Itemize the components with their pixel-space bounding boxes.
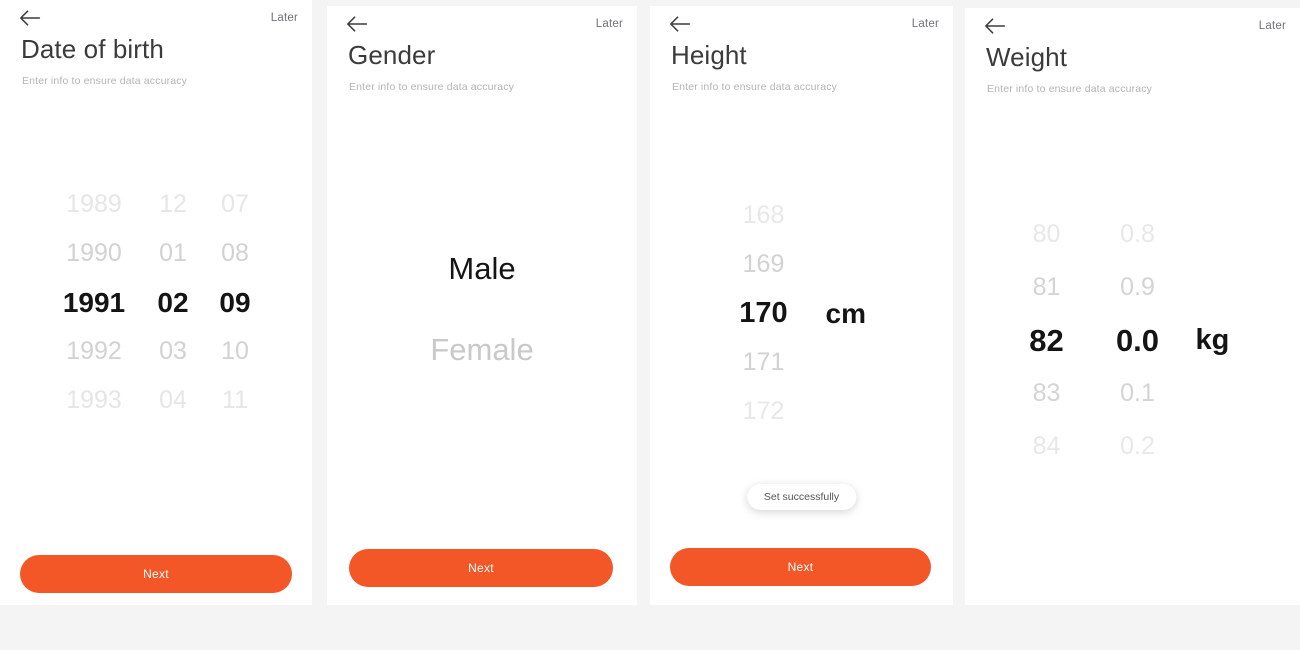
weight-integer: 81 <box>1032 273 1061 301</box>
page-subtitle: Enter info to ensure data accuracy <box>22 75 188 88</box>
arrow-left-icon[interactable] <box>669 16 691 32</box>
topbar: Later <box>0 0 312 36</box>
height-picker-wheel[interactable]: 168 169 170 cm 171 172 <box>650 191 953 436</box>
weight-integer: 84 <box>1032 432 1061 460</box>
screenshot-stage: Later Date of birth Enter info to ensure… <box>0 0 1300 650</box>
panel-weight: Later Weight Enter info to ensure data a… <box>965 8 1300 605</box>
picker-row[interactable]: 1990 01 08 <box>0 229 312 278</box>
weight-integer: 80 <box>1032 220 1061 248</box>
panel-gender: Later Gender Enter info to ensure data a… <box>327 6 637 605</box>
height-value-selected: 170 <box>739 297 788 329</box>
weight-integer-selected: 82 <box>1029 322 1064 358</box>
gender-option-selected: Male <box>448 250 516 286</box>
weight-picker-wheel[interactable]: 80 0.8 81 0.9 82 0.0 kg 83 0.1 84 0.2 <box>965 208 1300 473</box>
month-cell: 12 <box>159 190 187 218</box>
picker-row[interactable]: 171 <box>650 338 953 387</box>
picker-row[interactable]: 169 <box>650 240 953 289</box>
picker-row-selected[interactable]: 82 0.0 kg <box>965 314 1300 367</box>
month-cell: 03 <box>159 337 187 365</box>
year-cell: 1993 <box>66 386 122 414</box>
arrow-left-icon[interactable] <box>346 16 368 32</box>
gender-picker-wheel[interactable]: Male Female <box>327 228 637 390</box>
month-cell: 04 <box>159 386 187 414</box>
next-button[interactable]: Next <box>349 549 613 587</box>
picker-row[interactable]: 1989 12 07 <box>0 180 312 229</box>
height-value: 171 <box>742 348 785 376</box>
picker-row[interactable]: 1993 04 11 <box>0 376 312 425</box>
day-cell: 10 <box>221 337 249 365</box>
height-unit-selected: cm <box>825 297 866 329</box>
year-cell-selected: 1991 <box>62 286 126 318</box>
page-title: Weight <box>986 42 1068 72</box>
weight-integer: 83 <box>1032 379 1061 407</box>
later-button[interactable]: Later <box>596 18 623 30</box>
weight-decimal: 0.2 <box>1120 432 1155 460</box>
day-cell-selected: 09 <box>219 286 251 318</box>
year-cell: 1990 <box>66 239 122 267</box>
page-subtitle: Enter info to ensure data accuracy <box>349 81 515 94</box>
picker-row-selected[interactable]: Male <box>327 228 637 309</box>
page-subtitle: Enter info to ensure data accuracy <box>987 83 1153 96</box>
weight-decimal: 0.8 <box>1120 220 1155 248</box>
day-cell: 11 <box>222 386 248 414</box>
picker-row-selected[interactable]: 170 cm <box>650 289 953 338</box>
panel-date-of-birth: Later Date of birth Enter info to ensure… <box>0 0 312 605</box>
picker-row[interactable]: 172 <box>650 387 953 436</box>
later-button[interactable]: Later <box>1259 20 1286 32</box>
picker-row-selected[interactable]: 1991 02 09 <box>0 278 312 327</box>
picker-row[interactable]: 168 <box>650 191 953 240</box>
arrow-left-icon[interactable] <box>984 18 1006 34</box>
arrow-left-icon[interactable] <box>19 10 41 26</box>
page-subtitle: Enter info to ensure data accuracy <box>672 81 838 94</box>
later-button[interactable]: Later <box>271 12 298 24</box>
height-value: 169 <box>742 250 785 278</box>
later-button[interactable]: Later <box>912 18 939 30</box>
gender-option: Female <box>430 331 534 367</box>
date-picker-wheel[interactable]: 1989 12 07 1990 01 08 1991 02 09 1992 03… <box>0 180 312 425</box>
picker-row[interactable]: 84 0.2 <box>965 420 1300 473</box>
topbar: Later <box>650 6 953 42</box>
weight-decimal-selected: 0.0 <box>1115 322 1160 358</box>
weight-decimal: 0.1 <box>1120 379 1155 407</box>
picker-row[interactable]: Female <box>327 309 637 390</box>
height-value: 168 <box>742 201 785 229</box>
day-cell: 07 <box>221 190 249 218</box>
month-cell-selected: 02 <box>157 286 189 318</box>
next-button[interactable]: Next <box>20 555 292 593</box>
weight-decimal: 0.9 <box>1120 273 1155 301</box>
next-button[interactable]: Next <box>670 548 931 586</box>
day-cell: 08 <box>221 239 249 267</box>
panel-height: Later Height Enter info to ensure data a… <box>650 6 953 605</box>
page-title: Gender <box>348 40 436 70</box>
toast-message: Set successfully <box>746 484 857 510</box>
topbar: Later <box>965 8 1300 44</box>
topbar: Later <box>327 6 637 42</box>
picker-row[interactable]: 81 0.9 <box>965 261 1300 314</box>
year-cell: 1989 <box>66 190 122 218</box>
month-cell: 01 <box>159 239 187 267</box>
year-cell: 1992 <box>66 337 122 365</box>
page-title: Height <box>671 40 747 70</box>
height-value: 172 <box>742 397 785 425</box>
picker-row[interactable]: 83 0.1 <box>965 367 1300 420</box>
page-title: Date of birth <box>21 34 164 64</box>
weight-unit-selected: kg <box>1195 324 1230 356</box>
picker-row[interactable]: 1992 03 10 <box>0 327 312 376</box>
picker-row[interactable]: 80 0.8 <box>965 208 1300 261</box>
